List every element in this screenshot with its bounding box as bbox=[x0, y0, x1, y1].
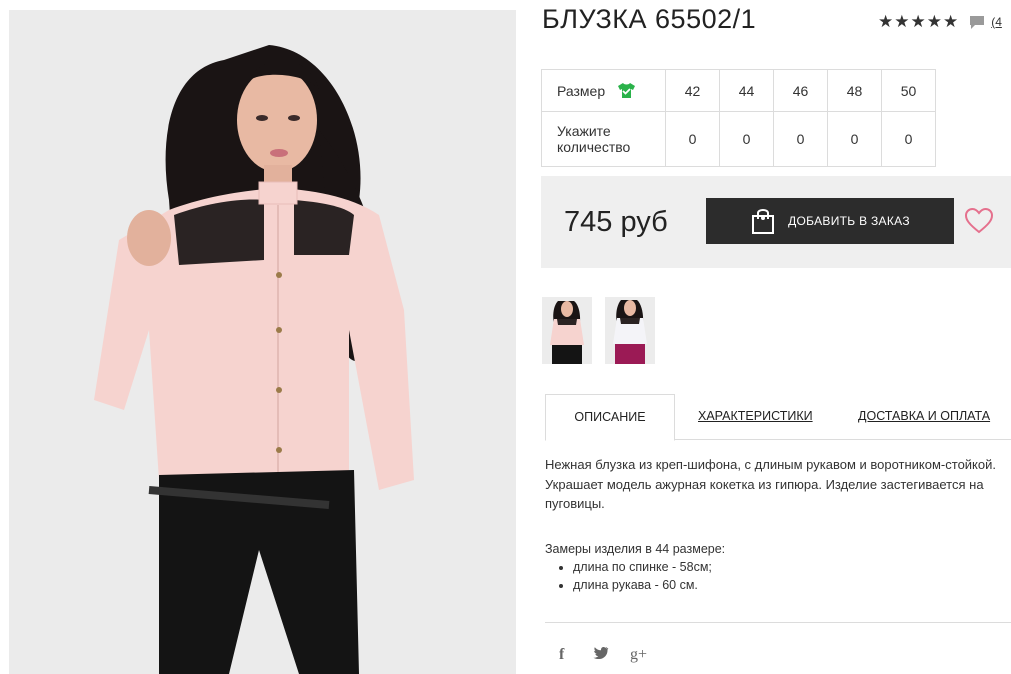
tab-characteristics[interactable]: ХАРАКТЕРИСТИКИ bbox=[698, 394, 813, 439]
product-title: БЛУЗКА 65502/1 bbox=[542, 4, 757, 34]
description-text: Нежная блузка из креп-шифона, с длиным р… bbox=[545, 455, 1011, 514]
quantity-label-cell: Укажите количество bbox=[541, 111, 666, 167]
price-box: 745 руб ДОБАВИТЬ В ЗАКАЗ bbox=[541, 176, 1011, 268]
main-product-photo[interactable] bbox=[9, 10, 516, 674]
size-row: Размер 42 44 46 48 50 bbox=[541, 69, 936, 112]
quantity-input[interactable]: 0 bbox=[719, 111, 774, 167]
measurement-item: длина по спинке - 58см; bbox=[573, 558, 725, 576]
quantity-input[interactable]: 0 bbox=[665, 111, 720, 167]
size-option[interactable]: 46 bbox=[773, 69, 828, 112]
size-table: Размер 42 44 46 48 50 Укажите количество… bbox=[541, 69, 936, 167]
add-to-order-button[interactable]: ДОБАВИТЬ В ЗАКАЗ bbox=[706, 198, 954, 244]
tab-delivery[interactable]: ДОСТАВКА И ОПЛАТА bbox=[858, 394, 990, 439]
tab-description[interactable]: ОПИСАНИЕ bbox=[545, 394, 675, 441]
divider bbox=[545, 622, 1011, 623]
rating: ★★★★★ (4 bbox=[878, 12, 1002, 32]
thumbnail-white[interactable] bbox=[605, 297, 655, 364]
comment-icon[interactable] bbox=[969, 15, 985, 30]
measurements-list: длина по спинке - 58см; длина рукава - 6… bbox=[545, 558, 725, 594]
measurements-title: Замеры изделия в 44 размере: bbox=[545, 542, 726, 556]
google-plus-icon[interactable]: g+ bbox=[630, 646, 647, 664]
add-to-order-label: ДОБАВИТЬ В ЗАКАЗ bbox=[788, 214, 910, 228]
heart-icon[interactable] bbox=[965, 208, 993, 234]
shopping-bag-icon bbox=[752, 209, 775, 234]
size-option[interactable]: 48 bbox=[827, 69, 882, 112]
quantity-input[interactable]: 0 bbox=[881, 111, 936, 167]
thumbnail-front[interactable] bbox=[542, 297, 592, 364]
review-count-link[interactable]: (4 bbox=[991, 15, 1002, 29]
product-tabs: ОПИСАНИЕ ХАРАКТЕРИСТИКИ ДОСТАВКА И ОПЛАТ… bbox=[545, 394, 1011, 441]
quantity-input[interactable]: 0 bbox=[827, 111, 882, 167]
size-option[interactable]: 50 bbox=[881, 69, 936, 112]
size-label: Размер bbox=[557, 83, 606, 99]
quantity-row: Укажите количество 0 0 0 0 0 bbox=[541, 111, 936, 167]
measurements: Замеры изделия в 44 размере: длина по сп… bbox=[545, 540, 725, 594]
facebook-icon[interactable]: f bbox=[559, 646, 564, 664]
quantity-label-line2: количество bbox=[557, 139, 631, 155]
size-tshirt-icon[interactable] bbox=[617, 82, 636, 99]
size-option[interactable]: 44 bbox=[719, 69, 774, 112]
rating-stars[interactable]: ★★★★★ bbox=[878, 12, 959, 32]
size-label-cell: Размер bbox=[541, 69, 666, 112]
quantity-label-line1: Укажите bbox=[557, 123, 611, 139]
measurement-item: длина рукава - 60 см. bbox=[573, 576, 725, 594]
description-paragraph: Нежная блузка из креп-шифона, с длиным р… bbox=[545, 457, 996, 511]
size-option[interactable]: 42 bbox=[665, 69, 720, 112]
price: 745 руб bbox=[564, 206, 668, 238]
quantity-input[interactable]: 0 bbox=[773, 111, 828, 167]
twitter-icon[interactable] bbox=[593, 646, 609, 664]
